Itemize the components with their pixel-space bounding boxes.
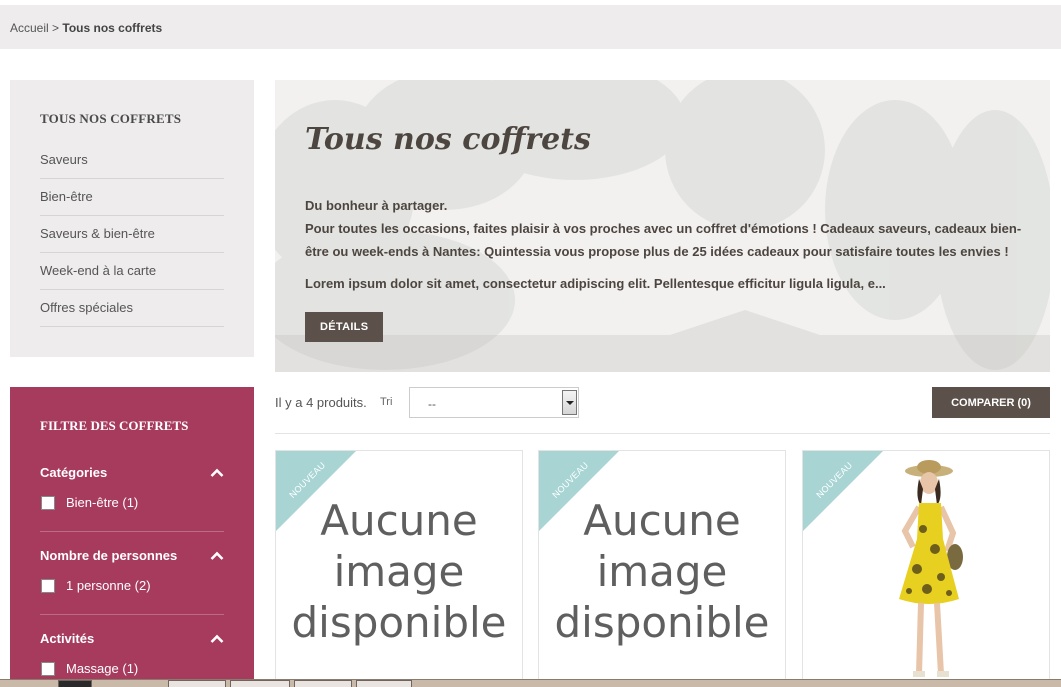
sidebar-item-bien-etre[interactable]: Bien-être bbox=[40, 179, 224, 216]
filter-group-label: Catégories bbox=[40, 465, 108, 480]
dropdown-arrow-icon[interactable] bbox=[562, 390, 577, 415]
taskbar-item[interactable] bbox=[58, 680, 92, 687]
breadcrumb-home-link[interactable]: Accueil bbox=[10, 21, 49, 35]
category-description: Du bonheur à partager. Pour toutes les o… bbox=[305, 194, 1025, 263]
filter-group-categories: Catégories Bien-être (1) bbox=[40, 463, 224, 510]
filter-group-label: Nombre de personnes bbox=[40, 548, 178, 563]
taskbar bbox=[0, 679, 1061, 687]
filter-group-header[interactable]: Nombre de personnes bbox=[40, 546, 224, 566]
no-image-placeholder: Aucune image disponible bbox=[291, 496, 507, 647]
sidebar-item-saveurs-bien-etre[interactable]: Saveurs & bien-être bbox=[40, 216, 224, 253]
sort-label: Tri bbox=[380, 396, 393, 408]
breadcrumb-bar: Accueil > Tous nos coffrets bbox=[0, 5, 1061, 49]
breadcrumb: Accueil > Tous nos coffrets bbox=[10, 21, 162, 35]
category-banner: Tous nos coffrets Du bonheur à partager.… bbox=[275, 80, 1050, 372]
description-excerpt: Lorem ipsum dolor sit amet, consectetur … bbox=[305, 276, 886, 291]
sidebar-item-offres-speciales[interactable]: Offres spéciales bbox=[40, 290, 224, 327]
page-title: Tous nos coffrets bbox=[305, 122, 591, 157]
category-list: Saveurs Bien-être Saveurs & bien-être We… bbox=[40, 142, 224, 327]
filter-group-header[interactable]: Activités bbox=[40, 629, 224, 649]
product-card[interactable]: NOUVEAU bbox=[802, 450, 1050, 687]
filter-title: FILTRE DES COFFRETS bbox=[40, 418, 189, 433]
filter-option-label: Bien-être (1) bbox=[66, 495, 139, 510]
no-image-placeholder: Aucune image disponible bbox=[554, 496, 770, 647]
filter-option[interactable]: 1 personne (2) bbox=[40, 578, 224, 593]
filter-group-header[interactable]: Catégories bbox=[40, 463, 224, 483]
filter-group-label: Activités bbox=[40, 631, 95, 646]
taskbar-item[interactable] bbox=[294, 680, 352, 687]
divider bbox=[40, 614, 224, 615]
taskbar-item[interactable] bbox=[356, 680, 412, 687]
breadcrumb-separator: > bbox=[48, 21, 63, 35]
chevron-up-icon[interactable] bbox=[210, 549, 224, 563]
compare-button[interactable]: COMPARER (0) bbox=[932, 387, 1050, 418]
divider bbox=[275, 433, 1050, 434]
category-menu-title: TOUS NOS COFFRETS bbox=[40, 111, 182, 126]
taskbar-item[interactable] bbox=[230, 680, 290, 687]
product-count: Il y a 4 produits. bbox=[275, 395, 367, 410]
sidebar-item-saveurs[interactable]: Saveurs bbox=[40, 142, 224, 179]
checkbox[interactable] bbox=[41, 578, 55, 593]
taskbar-item[interactable] bbox=[168, 680, 226, 687]
details-button[interactable]: DÉTAILS bbox=[305, 312, 384, 342]
checkbox[interactable] bbox=[41, 661, 55, 676]
filter-group-activities: Activités Massage (1) bbox=[40, 629, 224, 676]
filter-option-label: Massage (1) bbox=[66, 661, 139, 676]
chevron-up-icon[interactable] bbox=[210, 466, 224, 480]
sort-select-value: -- bbox=[428, 397, 436, 411]
product-card[interactable]: NOUVEAU Aucune image disponible bbox=[538, 450, 786, 687]
filter-group-persons: Nombre de personnes 1 personne (2) bbox=[40, 546, 224, 593]
filter-option[interactable]: Bien-être (1) bbox=[40, 495, 224, 510]
product-image[interactable] bbox=[883, 459, 973, 687]
filter-option-label: 1 personne (2) bbox=[66, 578, 151, 593]
divider bbox=[40, 531, 224, 532]
description-line: Du bonheur à partager. bbox=[305, 198, 448, 213]
filter-option[interactable]: Massage (1) bbox=[40, 661, 224, 676]
checkbox[interactable] bbox=[41, 495, 55, 510]
sidebar-item-week-end[interactable]: Week-end à la carte bbox=[40, 253, 224, 290]
sort-select[interactable]: -- bbox=[409, 387, 579, 418]
product-card[interactable]: NOUVEAU Aucune image disponible bbox=[275, 450, 523, 687]
chevron-up-icon[interactable] bbox=[210, 632, 224, 646]
description-line: Pour toutes les occasions, faites plaisi… bbox=[305, 221, 1022, 259]
filter-panel: FILTRE DES COFFRETS Catégories Bien-être… bbox=[10, 387, 254, 687]
breadcrumb-current: Tous nos coffrets bbox=[62, 21, 163, 35]
category-menu: TOUS NOS COFFRETS Saveurs Bien-être Save… bbox=[10, 80, 254, 357]
